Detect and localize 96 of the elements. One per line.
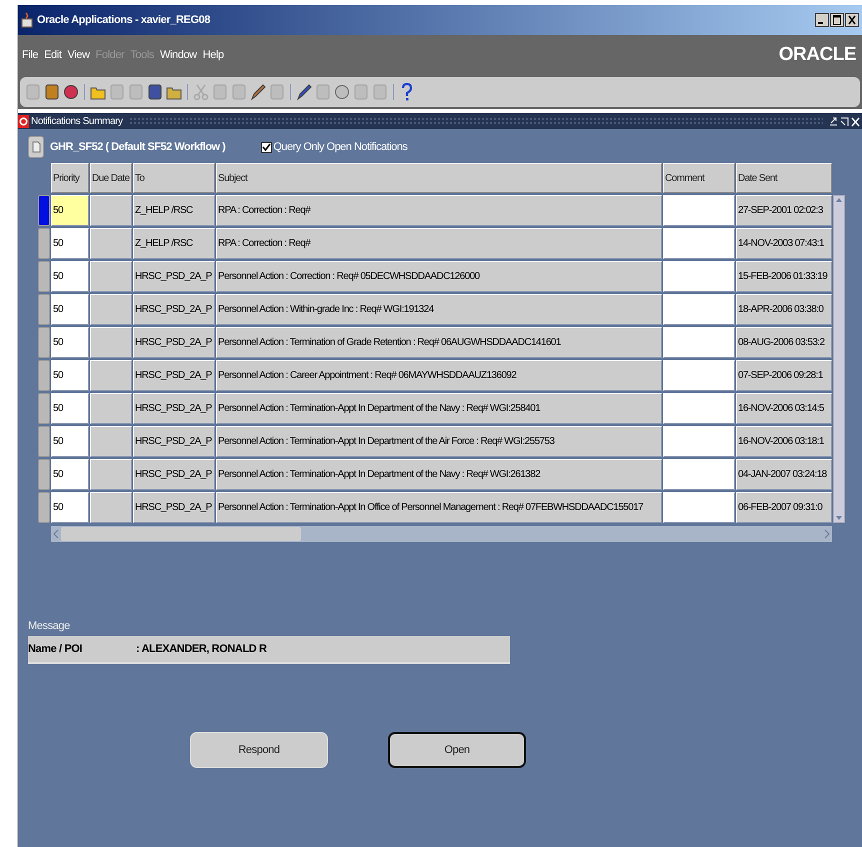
table-cell: Personnel Action : Termination-Appt In Department of the Navy : Req# WGI:261382 <box>216 459 662 490</box>
column-header[interactable]: Date Sent <box>736 163 832 193</box>
table-cell: HRSC_PSD_2A_P <box>133 492 215 523</box>
table-cell: HRSC_PSD_2A_P <box>133 459 215 490</box>
table-cell: RPA : Correction : Req# <box>216 228 662 259</box>
table-cell: 04-JAN-2007 03:24:18 <box>736 459 832 490</box>
column-header[interactable]: Priority <box>51 163 89 193</box>
column-header[interactable]: Comment <box>663 163 735 193</box>
workflow-title: GHR_SF52 ( Default SF52 Workflow ) <box>50 141 226 153</box>
horizontal-scrollbar[interactable] <box>51 526 832 542</box>
coffee-cup-icon <box>21 12 33 28</box>
priority-field[interactable]: 50 <box>51 228 89 259</box>
priority-field[interactable]: 50 <box>51 426 89 457</box>
comment-field[interactable] <box>663 492 735 523</box>
pencil-icon[interactable] <box>249 82 267 102</box>
comment-field[interactable] <box>663 327 735 358</box>
message-label: Message <box>28 620 71 632</box>
table-cell <box>90 360 132 391</box>
priority-field[interactable]: 50 <box>51 327 89 358</box>
maximize-icon[interactable] <box>830 13 844 27</box>
menu-item[interactable]: Help <box>202 49 224 61</box>
table-cell: HRSC_PSD_2A_P <box>133 261 215 292</box>
action-button[interactable]: Respond <box>190 732 328 768</box>
down-arrow-icon[interactable] <box>835 514 843 522</box>
window-title: Oracle Applications - xavier_REG08 <box>37 14 210 26</box>
table-cell: 16-NOV-2006 03:14:5 <box>736 393 832 424</box>
comment-field[interactable] <box>663 294 735 325</box>
table-cell: 27-SEP-2001 02:02:3 <box>736 195 832 226</box>
comment-field[interactable] <box>663 459 735 490</box>
table-cell: Personnel Action : Correction : Req# 05DECWHSDDAADC126000 <box>216 261 662 292</box>
column-header[interactable]: Subject <box>216 163 662 193</box>
field-label: Name / POI <box>28 643 84 655</box>
table-cell: HRSC_PSD_2A_P <box>133 393 215 424</box>
table-cell <box>90 228 132 259</box>
table-cell: Z_HELP /RSC <box>133 228 215 259</box>
table-cell <box>90 393 132 424</box>
table-cell: Personnel Action : Termination-Appt In Department of the Navy : Req# WGI:258401 <box>216 393 662 424</box>
table-cell: RPA : Correction : Req# <box>216 195 662 226</box>
table-cell: 07-SEP-2006 09:28:1 <box>736 360 832 391</box>
close-icon[interactable] <box>845 13 859 27</box>
priority-field[interactable]: 50 <box>51 294 89 325</box>
comment-field[interactable] <box>663 261 735 292</box>
restore-icon[interactable] <box>840 116 849 126</box>
form-title: Notifications Summary <box>31 116 123 126</box>
logo: ORACLE <box>778 44 856 66</box>
priority-field[interactable]: 50 <box>51 261 89 292</box>
table-cell <box>90 426 132 457</box>
table-cell: Personnel Action : Termination-Appt In Office of Personnel Management : Req# 07FEBWHSDDAADC155017 <box>216 492 662 523</box>
priority-field[interactable]: 50 <box>51 195 89 226</box>
priority-field[interactable]: 50 <box>51 360 89 391</box>
table-cell: 08-AUG-2006 03:53:2 <box>736 327 832 358</box>
menu-item[interactable]: Window <box>160 49 197 61</box>
menu-item[interactable]: View <box>67 49 90 61</box>
checkmark-icon <box>262 142 272 152</box>
minimize-icon[interactable] <box>815 13 829 27</box>
comment-field[interactable] <box>663 228 735 259</box>
table-cell: HRSC_PSD_2A_P <box>133 294 215 325</box>
table-cell <box>90 261 132 292</box>
comment-field[interactable] <box>663 393 735 424</box>
table-cell <box>90 492 132 523</box>
menu-item[interactable]: File <box>22 49 38 61</box>
priority-field[interactable]: 50 <box>51 459 89 490</box>
table-cell <box>90 294 132 325</box>
menu-item[interactable]: Edit <box>44 49 62 61</box>
priority-field[interactable]: 50 <box>51 393 89 424</box>
comment-field[interactable] <box>663 426 735 457</box>
table-cell: HRSC_PSD_2A_P <box>133 426 215 457</box>
table-cell: HRSC_PSD_2A_P <box>133 360 215 391</box>
table-cell: 18-APR-2006 03:38:0 <box>736 294 832 325</box>
table-cell: Z_HELP /RSC <box>133 195 215 226</box>
up-arrow-icon[interactable] <box>835 196 843 204</box>
field-value: : ALEXANDER, RONALD R <box>136 643 267 655</box>
comment-field[interactable] <box>663 360 735 391</box>
action-button[interactable]: Open <box>388 732 526 768</box>
table-cell: Personnel Action : Career Appointment : Req# 06MAYWHSDDAAUZ136092 <box>216 360 662 391</box>
pencil-icon[interactable] <box>295 82 313 102</box>
row-selector[interactable] <box>38 195 50 226</box>
document-button[interactable] <box>28 136 44 158</box>
table-cell: 16-NOV-2006 03:18:1 <box>736 426 832 457</box>
table-cell <box>90 195 132 226</box>
table-cell: 14-NOV-2003 07:43:1 <box>736 228 832 259</box>
table-cell: Personnel Action : Termination-Appt In Department of the Air Force : Req# WGI:255753 <box>216 426 662 457</box>
priority-field[interactable]: 50 <box>51 492 89 523</box>
query-open-checkbox[interactable]: Query Only Open Notifications <box>261 141 408 153</box>
column-header[interactable]: To <box>133 163 215 193</box>
comment-field[interactable] <box>663 195 735 226</box>
table-cell: HRSC_PSD_2A_P <box>133 327 215 358</box>
form-icon <box>18 114 29 128</box>
table-cell <box>90 459 132 490</box>
column-header[interactable]: Due Date <box>90 163 132 193</box>
table-cell: 15-FEB-2006 01:33:19 <box>736 261 832 292</box>
table-cell: Personnel Action : Within-grade Inc : Req# WGI:191324 <box>216 294 662 325</box>
table-cell: Personnel Action : Termination of Grade Retention : Req# 06AUGWHSDDAADC141601 <box>216 327 662 358</box>
vertical-scrollbar[interactable] <box>833 195 845 523</box>
table-cell <box>90 327 132 358</box>
table-cell: 06-FEB-2007 09:31:0 <box>736 492 832 523</box>
